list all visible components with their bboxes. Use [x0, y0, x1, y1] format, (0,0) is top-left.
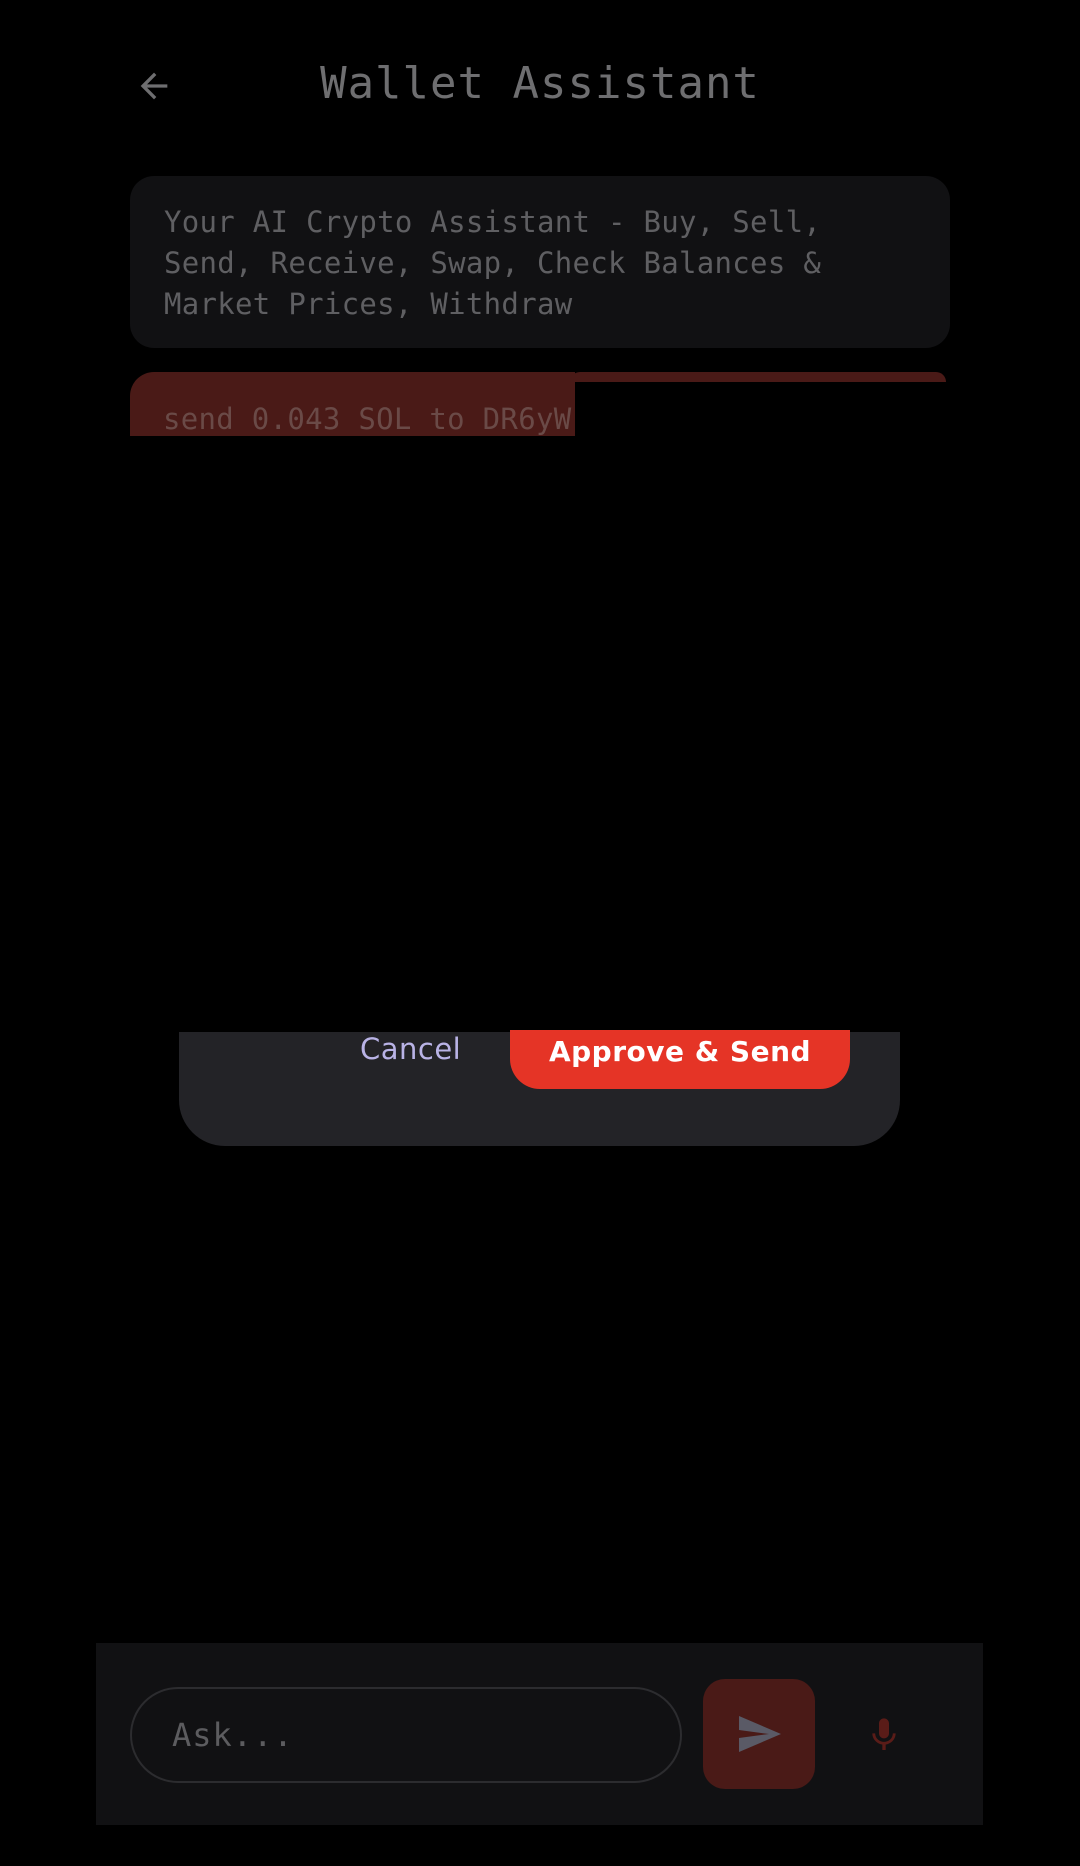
wallet-assistant-screen: Wallet Assistant Your AI Crypto Assistan… — [0, 0, 1080, 1866]
microphone-button[interactable] — [836, 1687, 932, 1783]
microphone-icon — [872, 1718, 896, 1750]
confirm-send-dialog: Cancel Approve & Send — [179, 1030, 900, 1146]
assistant-intro-card: Your AI Crypto Assistant - Buy, Sell, Se… — [130, 176, 950, 348]
chat-input-bar — [96, 1643, 983, 1825]
page-title: Wallet Assistant — [320, 58, 760, 109]
user-message-bubble-edge — [570, 372, 946, 382]
cancel-button[interactable]: Cancel — [360, 1032, 461, 1068]
send-button[interactable] — [703, 1679, 815, 1789]
user-message-bubble: send 0.043 SOL to DR6yW — [130, 372, 946, 436]
send-icon — [739, 1716, 781, 1752]
assistant-intro-text: Your AI Crypto Assistant - Buy, Sell, Se… — [164, 205, 822, 321]
user-message-text: send 0.043 SOL to DR6yW — [130, 372, 575, 436]
approve-and-send-button[interactable]: Approve & Send — [510, 1030, 850, 1089]
ask-input[interactable] — [130, 1687, 682, 1783]
